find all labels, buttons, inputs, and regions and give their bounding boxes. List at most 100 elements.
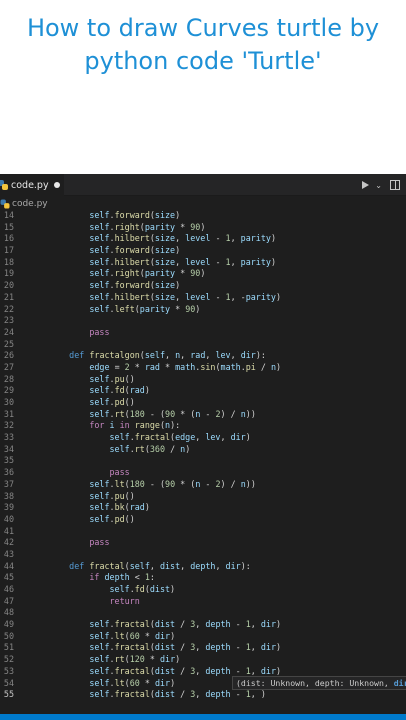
unsaved-dot-icon[interactable] <box>54 182 60 188</box>
code-text: self.fractal(dist / 3, depth - 1, ) <box>89 689 266 700</box>
video-title: How to draw Curves turtle by python code… <box>26 14 380 75</box>
code-line[interactable]: 30 self.pd() <box>0 397 406 409</box>
code-line[interactable]: 26 def fractalgon(self, n, rad, lev, dir… <box>0 350 406 362</box>
code-line[interactable]: 27 edge = 2 * rad * math.sin(math.pi / n… <box>0 362 406 374</box>
code-editor[interactable]: code.py ⌄ code.py 14 self.forward(size) 1… <box>0 174 406 720</box>
code-text: edge = 2 * rad * math.sin(math.pi / n) <box>89 361 282 372</box>
split-editor-icon[interactable] <box>390 180 400 190</box>
code-line[interactable]: 19 self.right(parity * 90) <box>0 268 406 280</box>
code-text: self.fd(rad) <box>89 385 150 396</box>
code-text: self.rt(120 * dir) <box>89 654 181 665</box>
code-line[interactable]: 31 self.rt(180 - (90 * (n - 2) / n)) <box>0 409 406 421</box>
code-line[interactable]: 34 self.rt(360 / n) <box>0 444 406 456</box>
code-line[interactable]: 38 self.pu() <box>0 491 406 503</box>
line-number: 25 <box>3 338 14 349</box>
code-line[interactable]: 18 self.hilbert(size, level - 1, parity) <box>0 257 406 269</box>
code-line[interactable]: 32 for i in range(n): <box>0 420 406 432</box>
code-line[interactable]: 15 self.right(parity * 90) <box>0 222 406 234</box>
status-bar <box>0 714 406 720</box>
run-dropdown-chevron-icon[interactable]: ⌄ <box>375 181 382 190</box>
code-line[interactable]: 35 <box>0 455 406 467</box>
line-number: 47 <box>3 595 14 606</box>
code-text: self.rt(180 - (90 * (n - 2) / n)) <box>89 408 256 419</box>
code-text: self.fractal(edge, lev, dir) <box>109 432 251 443</box>
line-number: 36 <box>3 467 14 478</box>
line-number: 27 <box>3 361 14 372</box>
code-text: self.right(parity * 90) <box>89 268 206 279</box>
code-line[interactable]: 44 def fractal(self, dist, depth, dir): <box>0 561 406 573</box>
code-line[interactable]: 49 self.fractal(dist / 3, depth - 1, dir… <box>0 619 406 631</box>
line-number: 21 <box>3 291 14 302</box>
breadcrumb: code.py <box>0 197 406 211</box>
code-line[interactable]: 46 self.fd(dist) <box>0 584 406 596</box>
code-area[interactable]: 14 self.forward(size) 15 self.right(parit… <box>0 210 406 701</box>
code-line[interactable]: 48 <box>0 607 406 619</box>
code-line[interactable]: 42 pass <box>0 537 406 549</box>
code-text: self.bk(rad) <box>89 502 150 513</box>
code-text: def fractal(self, dist, depth, dir): <box>69 560 251 571</box>
code-text: pass <box>89 537 110 548</box>
line-number: 22 <box>3 303 14 314</box>
parameter-hint-active: dir: <box>393 678 406 688</box>
line-number: 51 <box>3 642 14 653</box>
code-line[interactable]: 29 self.fd(rad) <box>0 385 406 397</box>
line-number: 17 <box>3 245 14 256</box>
line-number: 52 <box>3 654 14 665</box>
breadcrumb-item[interactable]: code.py <box>12 199 48 209</box>
line-number: 41 <box>3 525 14 536</box>
code-text: self.fractal(dist / 3, depth - 1, dir) <box>89 619 282 630</box>
code-line[interactable]: 40 self.pd() <box>0 514 406 526</box>
code-line[interactable]: 16 self.hilbert(size, level - 1, parity) <box>0 233 406 245</box>
code-line[interactable]: 21 self.hilbert(size, level - 1, -parity… <box>0 292 406 304</box>
line-number: 33 <box>3 432 14 443</box>
line-number: 46 <box>3 584 14 594</box>
line-number: 23 <box>3 315 14 326</box>
code-text: self.left(parity * 90) <box>89 303 201 314</box>
code-line[interactable]: 28 self.pu() <box>0 374 406 386</box>
tab-code-py[interactable]: code.py <box>0 174 64 196</box>
line-number: 39 <box>3 502 14 513</box>
code-line[interactable]: 39 self.bk(rad) <box>0 502 406 514</box>
line-number: 50 <box>3 630 14 641</box>
line-number: 34 <box>3 443 14 454</box>
code-text: self.forward(size) <box>89 280 181 291</box>
code-line[interactable]: 22 self.left(parity * 90) <box>0 304 406 316</box>
code-line[interactable]: 52 self.rt(120 * dir) <box>0 654 406 666</box>
code-line[interactable]: 50 self.lt(60 * dir) <box>0 631 406 643</box>
code-text: self.fd(dist) <box>109 584 176 594</box>
code-line[interactable]: 51 self.fractal(dist / 3, depth - 1, dir… <box>0 642 406 654</box>
tab-label: code.py <box>11 179 49 191</box>
code-line[interactable]: 43 <box>0 549 406 561</box>
code-line[interactable]: 33 self.fractal(edge, lev, dir) <box>0 432 406 444</box>
code-text: self.rt(360 / n) <box>109 443 191 454</box>
code-text: def fractalgon(self, n, rad, lev, dir): <box>69 350 266 361</box>
code-text: self.lt(180 - (90 * (n - 2) / n)) <box>89 478 256 489</box>
code-line[interactable]: 23 <box>0 315 406 327</box>
line-number: 43 <box>3 548 14 559</box>
code-line[interactable]: 55 self.fractal(dist / 3, depth - 1, ) <box>0 689 406 701</box>
line-number: 19 <box>3 268 14 279</box>
line-number: 15 <box>3 221 14 232</box>
line-number: 49 <box>3 619 14 630</box>
run-icon[interactable] <box>362 181 370 189</box>
code-line[interactable]: 36 pass <box>0 467 406 479</box>
code-line[interactable]: 17 self.forward(size) <box>0 245 406 257</box>
code-text: self.hilbert(size, level - 1, -parity) <box>89 291 282 302</box>
line-number: 18 <box>3 256 14 267</box>
code-line[interactable]: 24 pass <box>0 327 406 339</box>
code-line[interactable]: 47 return <box>0 596 406 608</box>
code-text: pass <box>109 467 130 478</box>
code-text: self.hilbert(size, level - 1, parity) <box>89 233 276 244</box>
code-line[interactable]: 41 <box>0 526 406 538</box>
code-line[interactable]: 14 self.forward(size) <box>0 210 406 222</box>
code-line[interactable]: 20 self.forward(size) <box>0 280 406 292</box>
line-number: 55 <box>3 689 14 700</box>
code-line[interactable]: 25 <box>0 339 406 351</box>
line-number: 38 <box>3 490 14 501</box>
line-number: 53 <box>3 665 14 676</box>
code-line[interactable]: 37 self.lt(180 - (90 * (n - 2) / n)) <box>0 479 406 491</box>
line-number: 30 <box>3 397 14 407</box>
line-number: 48 <box>3 607 14 618</box>
parameter-hint-text: (dist: Unknown, depth: Unknown, <box>236 678 394 688</box>
code-line[interactable]: 45 if depth < 1: <box>0 572 406 584</box>
